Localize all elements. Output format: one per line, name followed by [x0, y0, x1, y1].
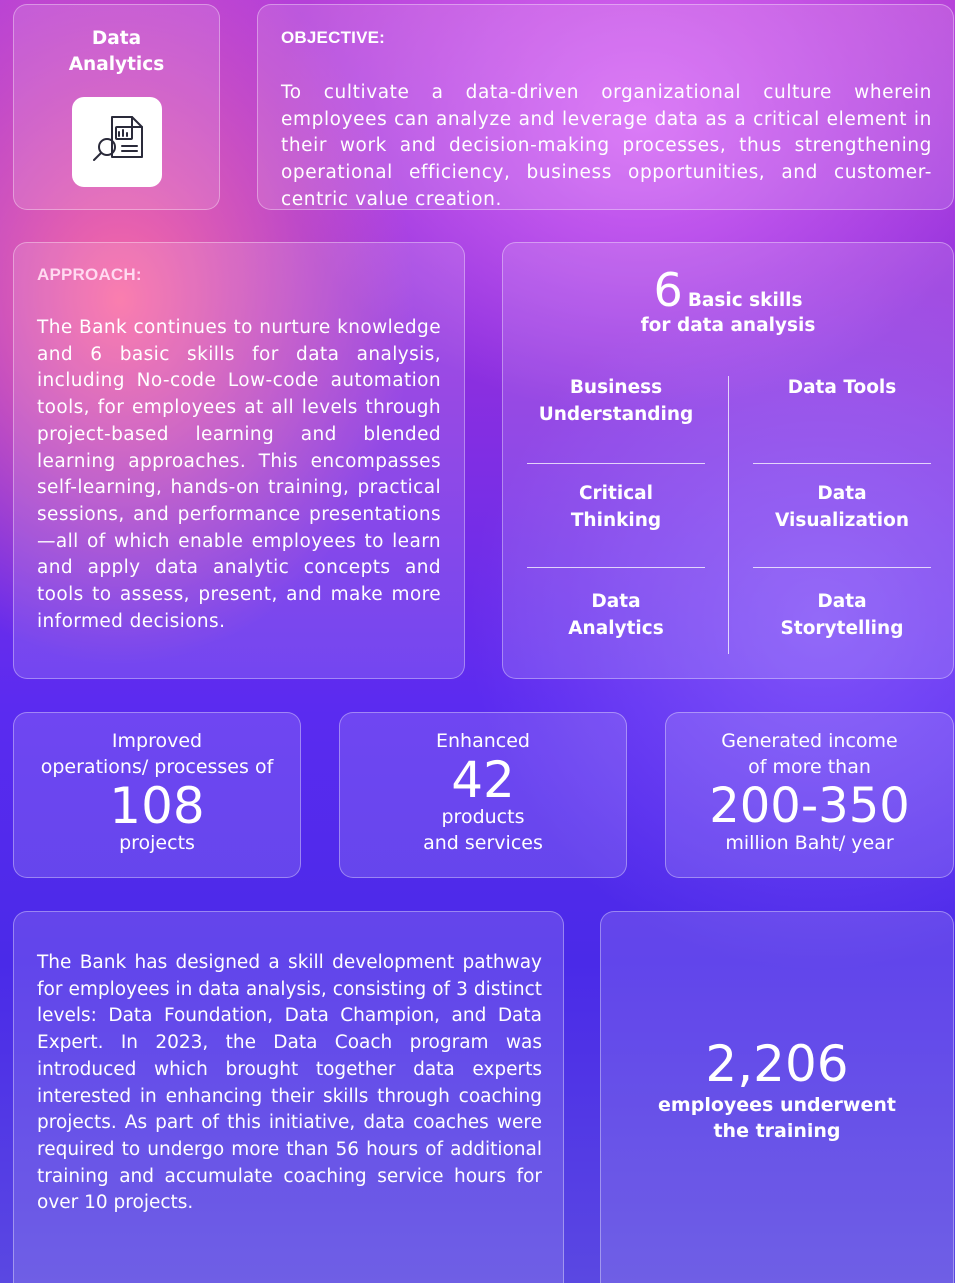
- training-label: the training: [713, 1120, 841, 1142]
- skill-data-analytics: Data Analytics: [521, 589, 711, 642]
- pathway-card: The Bank has designed a skill developmen…: [13, 911, 564, 1283]
- objective-heading: OBJECTIVE:: [281, 28, 386, 47]
- stat-unit: projects: [119, 832, 195, 854]
- stat-number: 42: [451, 751, 515, 809]
- stat-number: 108: [109, 777, 205, 835]
- stat-unit: and services: [423, 832, 543, 854]
- section-title-line2: Analytics: [68, 54, 165, 75]
- skill-data-visualization: Data Visualization: [747, 481, 937, 534]
- section-title: Data Analytics: [14, 26, 219, 78]
- approach-heading: APPROACH:: [37, 265, 142, 284]
- stat-label: Generated income: [721, 730, 898, 752]
- objective-card: OBJECTIVE: To cultivate a data-driven or…: [257, 4, 954, 210]
- skill-line: Storytelling: [780, 617, 904, 639]
- skills-divider-vertical: [728, 376, 729, 654]
- skill-line: Visualization: [775, 509, 909, 531]
- skill-line: Analytics: [568, 617, 664, 639]
- training-card: 2,206 employees underwent the training: [600, 911, 954, 1283]
- skill-business-understanding: Business Understanding: [521, 375, 711, 428]
- skill-critical-thinking: Critical Thinking: [521, 481, 711, 534]
- section-title-line1: Data: [91, 28, 142, 49]
- approach-text: The Bank continues to nurture knowledge …: [37, 317, 441, 632]
- skill-line: Understanding: [538, 403, 694, 425]
- stat-card-income: Generated income of more than 200-350 mi…: [665, 712, 954, 878]
- skill-line: Thinking: [570, 509, 662, 531]
- skills-divider-left-1: [527, 463, 705, 464]
- stat-label: of more than: [748, 756, 871, 778]
- stat-card-projects: Improved operations/ processes of 108 pr…: [13, 712, 301, 878]
- skill-line: Data Tools: [787, 377, 897, 398]
- stat-unit: products: [441, 806, 525, 828]
- title-card: Data Analytics: [13, 4, 220, 210]
- stat-label: Improved: [111, 730, 203, 752]
- report-search-icon: [93, 116, 143, 161]
- skills-count: 6: [653, 263, 683, 317]
- skill-line: Critical: [578, 483, 654, 504]
- stat-number: 200-350: [709, 778, 910, 834]
- stat-card-products: Enhanced 42 products and services: [339, 712, 627, 878]
- training-number: 2,206: [705, 1035, 849, 1093]
- skills-subtitle: for data analysis: [640, 315, 816, 336]
- skills-header: 6 Basic skills for data analysis: [503, 265, 953, 337]
- skill-data-storytelling: Data Storytelling: [747, 589, 937, 642]
- training-content: 2,206 employees underwent the training: [601, 1036, 953, 1144]
- skills-title: Basic skills: [687, 290, 803, 311]
- skills-divider-right-2: [753, 567, 931, 568]
- approach-card: APPROACH: The Bank continues to nurture …: [13, 242, 465, 679]
- skills-card: 6 Basic skills for data analysis Busines…: [502, 242, 954, 679]
- skill-line: Data: [591, 591, 641, 612]
- skill-line: Data: [817, 483, 867, 504]
- skill-data-tools: Data Tools: [747, 375, 937, 402]
- objective-text: To cultivate a data-driven organizationa…: [281, 82, 932, 210]
- skills-divider-left-2: [527, 567, 705, 568]
- skill-line: Data: [817, 591, 867, 612]
- icon-tile: [72, 97, 162, 187]
- training-label: employees underwent: [658, 1094, 896, 1116]
- pathway-text: The Bank has designed a skill developmen…: [37, 952, 542, 1214]
- skill-line: Business: [569, 377, 663, 398]
- skills-divider-right-1: [753, 463, 931, 464]
